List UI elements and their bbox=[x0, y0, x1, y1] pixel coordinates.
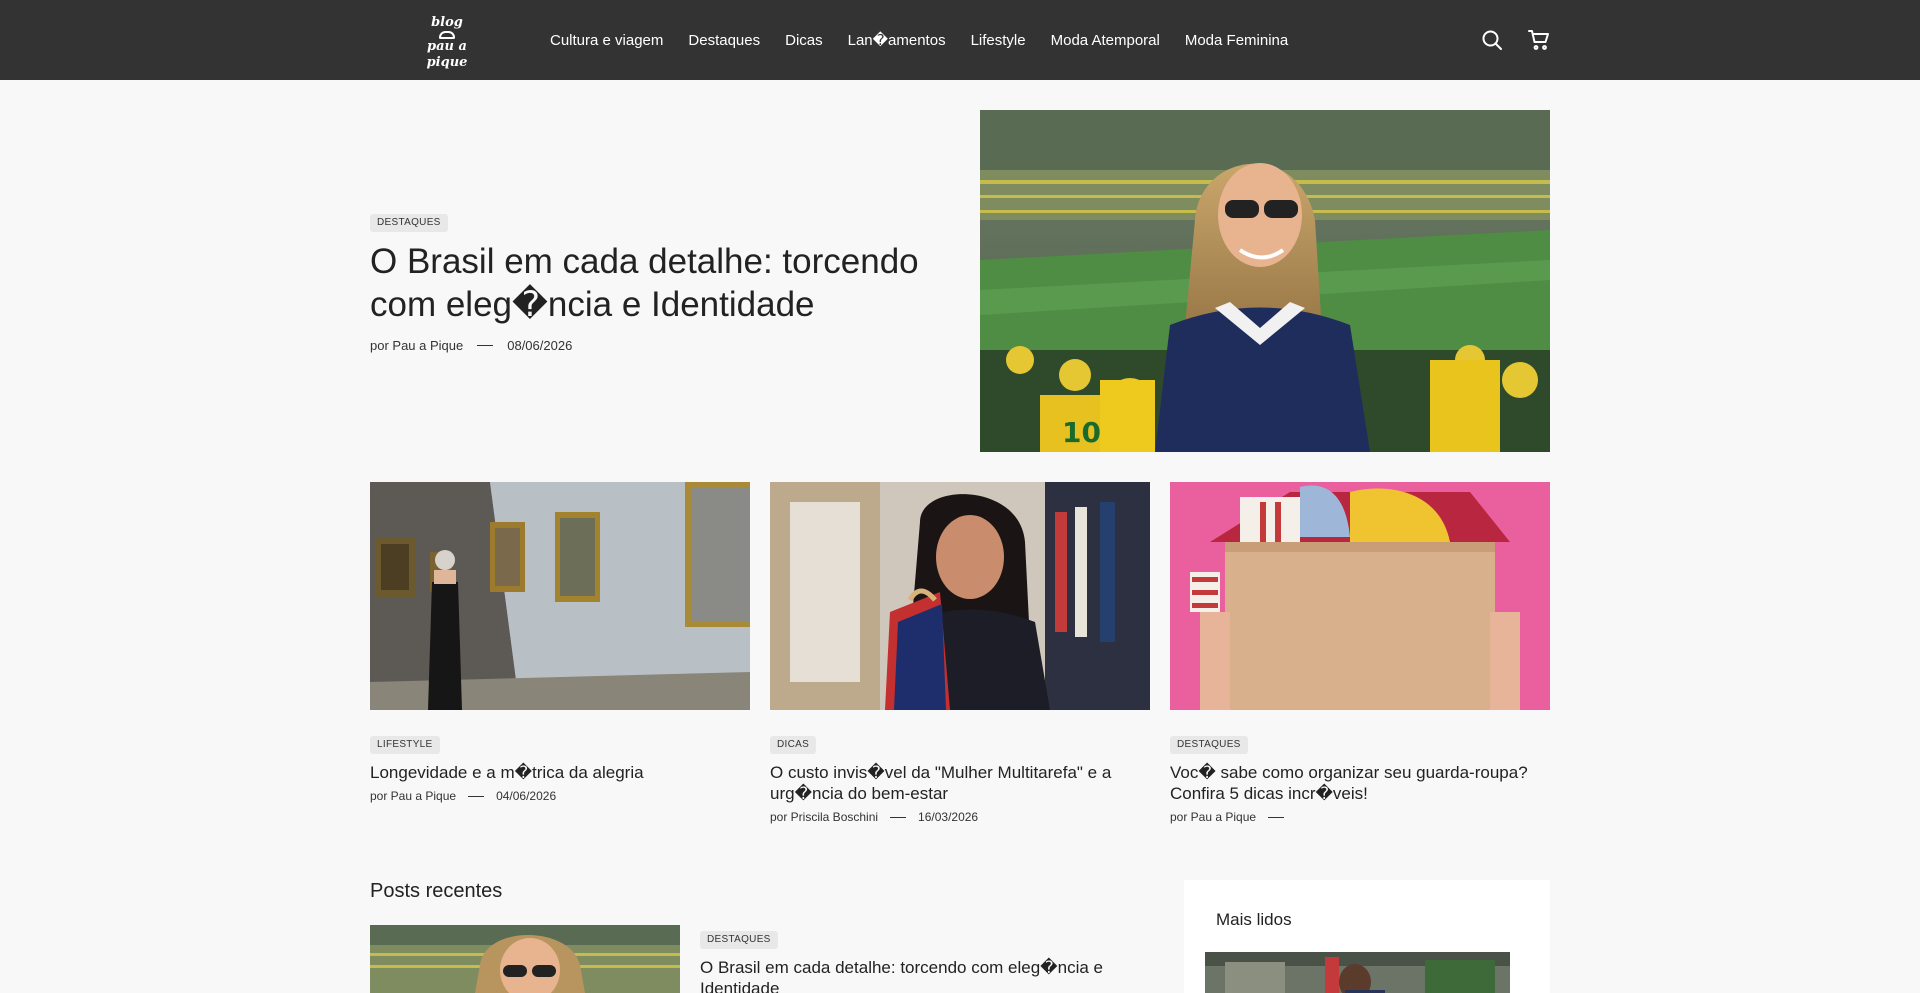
main-nav: Cultura e viagem Destaques Dicas Lan�ame… bbox=[550, 0, 1313, 80]
cart-icon[interactable] bbox=[1527, 28, 1551, 52]
post-card-image[interactable] bbox=[770, 482, 1150, 710]
meta-separator bbox=[1268, 816, 1285, 818]
most-read-post-image[interactable] bbox=[1205, 952, 1510, 993]
logo-text-blog: blog bbox=[431, 15, 463, 30]
nav-item-lancamentos[interactable]: Lan�amentos bbox=[848, 31, 946, 49]
recent-posts-heading: Posts recentes bbox=[370, 880, 503, 902]
sidebar-most-read: Mais lidos bbox=[1184, 880, 1550, 993]
nav-item-cultura-e-viagem[interactable]: Cultura e viagem bbox=[550, 32, 663, 49]
recent-post-title[interactable]: O Brasil em cada detalhe: torcendo com e… bbox=[700, 957, 1140, 993]
search-icon[interactable] bbox=[1480, 28, 1504, 52]
nav-item-lifestyle[interactable]: Lifestyle bbox=[971, 32, 1026, 49]
category-tag[interactable]: LIFESTYLE bbox=[370, 736, 440, 754]
nav-item-destaques[interactable]: Destaques bbox=[688, 32, 760, 49]
post-meta: por Priscila Boschini 16/03/2026 bbox=[770, 810, 1150, 824]
post-card: DESTAQUES Voc� sabe como organizar seu g… bbox=[1170, 482, 1550, 824]
nav-item-moda-atemporal[interactable]: Moda Atemporal bbox=[1051, 32, 1160, 49]
post-card-title[interactable]: O custo invis�vel da "Mulher Multitarefa… bbox=[770, 762, 1150, 804]
nav-item-moda-feminina[interactable]: Moda Feminina bbox=[1185, 32, 1288, 49]
recent-post: DESTAQUES O Brasil em cada detalhe: torc… bbox=[700, 929, 1140, 993]
post-date: 08/06/2026 bbox=[507, 338, 573, 353]
category-tag[interactable]: DESTAQUES bbox=[1170, 736, 1248, 754]
recent-post-image[interactable] bbox=[370, 925, 680, 993]
svg-text:10: 10 bbox=[1062, 416, 1101, 449]
post-card: DICAS O custo invis�vel da "Mulher Multi… bbox=[770, 482, 1150, 824]
blog-logo[interactable]: blog pau a pique bbox=[407, 15, 487, 71]
category-tag[interactable]: DICAS bbox=[770, 736, 817, 754]
meta-separator bbox=[477, 345, 494, 346]
post-card-title[interactable]: Longevidade e a m�trica da alegria bbox=[370, 762, 750, 783]
post-author[interactable]: por Pau a Pique bbox=[370, 338, 463, 353]
meta-separator bbox=[468, 795, 485, 797]
post-date: 04/06/2026 bbox=[496, 789, 557, 803]
featured-post-title[interactable]: O Brasil em cada detalhe: torcendo com e… bbox=[370, 240, 930, 326]
post-author[interactable]: por Pau a Pique bbox=[370, 789, 456, 803]
post-author[interactable]: por Priscila Boschini bbox=[770, 810, 878, 824]
most-read-heading: Mais lidos bbox=[1216, 910, 1292, 929]
post-author[interactable]: por Pau a Pique bbox=[1170, 810, 1256, 824]
featured-post-image[interactable]: 10 bbox=[980, 110, 1550, 452]
logo-mark-icon bbox=[439, 31, 455, 39]
post-card-image[interactable] bbox=[370, 482, 750, 710]
meta-separator bbox=[890, 816, 907, 818]
post-meta: por Pau a Pique 08/06/2026 bbox=[370, 338, 930, 353]
site-header: blog pau a pique Cultura e viagem Destaq… bbox=[0, 0, 1920, 80]
post-card: LIFESTYLE Longevidade e a m�trica da ale… bbox=[370, 482, 750, 803]
post-date: 16/03/2026 bbox=[918, 810, 979, 824]
featured-post: DESTAQUES O Brasil em cada detalhe: torc… bbox=[370, 212, 930, 353]
category-tag[interactable]: DESTAQUES bbox=[700, 931, 778, 949]
post-card-image[interactable] bbox=[1170, 482, 1550, 710]
logo-text-name: pau a pique bbox=[426, 39, 468, 70]
nav-item-dicas[interactable]: Dicas bbox=[785, 32, 823, 49]
category-tag[interactable]: DESTAQUES bbox=[370, 214, 448, 232]
post-meta: por Pau a Pique bbox=[1170, 810, 1550, 824]
post-card-title[interactable]: Voc� sabe como organizar seu guarda-roup… bbox=[1170, 762, 1550, 804]
post-meta: por Pau a Pique 04/06/2026 bbox=[370, 789, 750, 803]
